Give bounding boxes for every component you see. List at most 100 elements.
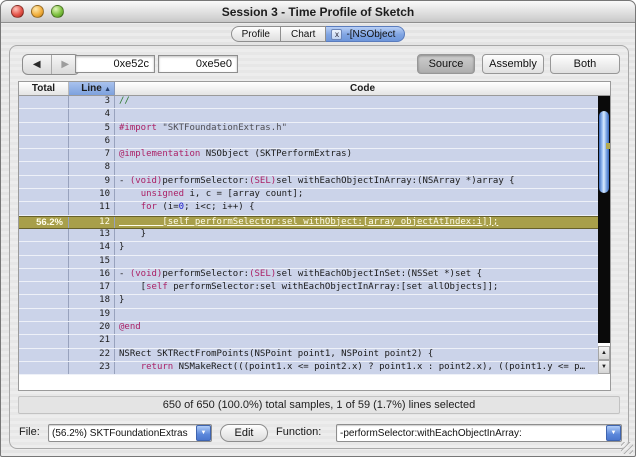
table-row[interactable]: 19 xyxy=(19,308,598,323)
total-percent-cell xyxy=(19,96,69,109)
column-header-line-label: Line xyxy=(81,83,102,94)
tab-chart[interactable]: Chart xyxy=(281,26,327,42)
code-token: } xyxy=(119,295,125,306)
table-row[interactable]: 22 NSRect SKTRectFromPoints(NSPoint point… xyxy=(19,348,598,362)
code-cell: - (void)performSelector:(SEL)sel withEac… xyxy=(115,176,598,188)
both-view-button[interactable]: Both xyxy=(550,54,620,74)
code-token: self xyxy=(146,282,168,293)
scrollbar-thumb[interactable] xyxy=(599,111,609,193)
code-cell: - (void)performSelector:(SEL)sel withEac… xyxy=(115,269,598,281)
line-number-cell: 19 xyxy=(69,308,115,322)
sort-ascending-icon: ▲ xyxy=(104,86,111,93)
assembly-view-button[interactable]: Assembly xyxy=(482,54,544,74)
address-end-field[interactable] xyxy=(158,55,238,73)
code-token: sel withEachObjectInSet:(NSSet *)set { xyxy=(276,268,483,279)
code-cell: } xyxy=(115,242,598,254)
code-cell: NSRect SKTRectFromPoints(NSPoint point1,… xyxy=(115,349,598,361)
code-token: "SKTFoundationExtras.h" xyxy=(162,122,287,133)
table-row[interactable]: 16- (void)performSelector:(SEL)sel withE… xyxy=(19,268,598,283)
file-dropdown-arrow-icon[interactable]: ▼ xyxy=(196,425,211,441)
code-cell: // xyxy=(115,96,598,108)
code-cell: } xyxy=(115,295,598,307)
table-row[interactable]: 18} xyxy=(19,295,598,309)
line-number-cell: 3 xyxy=(69,96,115,109)
code-token: } xyxy=(119,228,147,239)
content-panel: ◀ ▶ Source Assembly Both Total Line ▲ Co… xyxy=(9,45,629,449)
column-header-total[interactable]: Total xyxy=(19,82,69,95)
vertical-scrollbar[interactable]: ▲ ▼ xyxy=(598,96,610,390)
code-token: - xyxy=(119,268,130,279)
table-row[interactable]: 8 xyxy=(19,162,598,176)
table-row[interactable]: 14} xyxy=(19,242,598,256)
table-row[interactable]: 15 xyxy=(19,255,598,269)
code-token: (void) xyxy=(129,175,163,186)
code-cell: for (i=0; i<c; i++) { xyxy=(115,202,598,214)
table-row[interactable]: 21 xyxy=(19,335,598,349)
code-token: NSObject (SKTPerformExtras) xyxy=(200,149,352,160)
back-button[interactable]: ◀ xyxy=(23,55,52,74)
code-token: // xyxy=(119,96,130,106)
close-tab-icon[interactable]: x xyxy=(331,28,343,40)
code-token: for xyxy=(140,202,157,213)
scroll-down-button[interactable]: ▼ xyxy=(598,360,610,374)
footer-bar: File: (56.2%) SKTFoundationExtras ▼ Edit… xyxy=(10,422,628,444)
table-row[interactable]: 20 @end xyxy=(19,322,598,336)
code-token: unsigned xyxy=(140,189,185,200)
resize-grip[interactable] xyxy=(621,442,633,454)
line-number-cell: 15 xyxy=(69,255,115,268)
edit-button[interactable]: Edit xyxy=(220,424,268,442)
code-token: (SEL) xyxy=(249,175,277,186)
status-text: 650 of 650 (100.0%) total samples, 1 of … xyxy=(162,399,476,411)
total-percent-cell xyxy=(19,228,69,242)
code-cell: @implementation NSObject (SKTPerformExtr… xyxy=(115,149,598,161)
table-row[interactable]: 5 #import "SKTFoundationExtras.h" xyxy=(19,122,598,136)
column-header-line[interactable]: Line ▲ xyxy=(69,82,115,95)
line-number-cell: 22 xyxy=(69,348,115,361)
table-row[interactable]: 7 @implementation NSObject (SKTPerformExt… xyxy=(19,149,598,163)
total-percent-cell xyxy=(19,162,69,175)
table-row[interactable]: 17 [self performSelector:sel withEachObj… xyxy=(19,282,598,296)
table-row[interactable]: 23 return NSMakeRect(((point1.x <= point… xyxy=(19,361,598,376)
table-row[interactable]: 13 } xyxy=(19,228,598,243)
code-cell xyxy=(115,162,598,174)
line-number-cell: 10 xyxy=(69,189,115,202)
line-number-cell: 9 xyxy=(69,175,115,189)
table-row[interactable]: 6 xyxy=(19,135,598,150)
code-rows: 3 // 4 5 #import "SKTFoundationExtras.h" 6 7 @i… xyxy=(19,96,598,376)
total-percent-cell xyxy=(19,109,69,122)
total-percent-cell xyxy=(19,202,69,215)
tab-nsobject-label: -[NSObject xyxy=(346,28,396,40)
code-token: return xyxy=(140,361,174,372)
table-row[interactable]: 3 // xyxy=(19,96,598,110)
code-token: @end xyxy=(119,322,141,333)
function-dropdown-arrow-icon[interactable]: ▼ xyxy=(606,425,621,441)
file-dropdown[interactable]: (56.2%) SKTFoundationExtras ▼ xyxy=(48,424,212,442)
table-row[interactable]: 56.2% 12 [self performSelector:sel withOb… xyxy=(19,215,598,229)
table-row[interactable]: 11 for (i=0; i<c; i++) { xyxy=(19,202,598,216)
table-row[interactable]: 4 xyxy=(19,109,598,123)
scrollbar-hotspot-track[interactable] xyxy=(598,96,610,343)
code-token: } xyxy=(119,242,125,253)
code-token: performSelector:sel withEachObjectInArra… xyxy=(167,282,499,293)
scroll-up-button[interactable]: ▲ xyxy=(598,346,610,360)
total-percent-cell xyxy=(19,335,69,348)
function-dropdown[interactable]: -performSelector:withEachObjectInArray: … xyxy=(336,424,622,442)
tab-nsobject[interactable]: x -[NSObject xyxy=(326,26,406,42)
code-cell: } xyxy=(115,229,598,241)
window: Session 3 - Time Profile of Sketch Profi… xyxy=(0,0,636,457)
address-start-field[interactable] xyxy=(75,55,155,73)
code-token: (void) xyxy=(129,268,163,279)
table-row[interactable]: 9- (void)performSelector:(SEL)sel withEa… xyxy=(19,175,598,190)
column-header-code[interactable]: Code xyxy=(115,82,610,95)
title-bar[interactable]: Session 3 - Time Profile of Sketch xyxy=(1,1,635,23)
line-number-cell: 8 xyxy=(69,162,115,175)
table-row[interactable]: 10 unsigned i, c = [array count]; xyxy=(19,189,598,203)
status-bar: 650 of 650 (100.0%) total samples, 1 of … xyxy=(18,396,620,414)
tab-profile[interactable]: Profile xyxy=(230,26,281,42)
code-token: NSRect SKTRectFromPoints(NSPoint point1,… xyxy=(119,348,434,359)
code-token: [self performSelector:sel withObject:[ar… xyxy=(119,216,499,227)
total-percent-cell xyxy=(19,122,69,135)
source-view-button[interactable]: Source xyxy=(417,54,475,74)
